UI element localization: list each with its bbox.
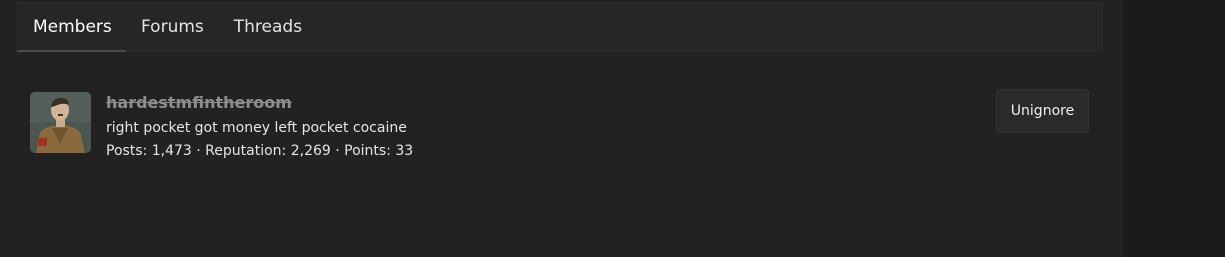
member-username[interactable]: hardestmfintheroom xyxy=(106,93,292,112)
member-custom-title: right pocket got money left pocket cocai… xyxy=(106,120,407,136)
tab-threads[interactable]: Threads xyxy=(219,3,317,51)
right-gutter xyxy=(1123,0,1225,257)
ignored-member-row: hardestmfintheroom right pocket got mone… xyxy=(30,88,1090,168)
avatar[interactable] xyxy=(30,92,91,153)
member-stats: Posts: 1,473 · Reputation: 2,269 · Point… xyxy=(106,143,414,159)
user-avatar-icon xyxy=(30,92,91,153)
main-panel: Members Forums Threads hardestmfintheroo… xyxy=(0,0,1123,257)
unignore-button[interactable]: Unignore xyxy=(996,89,1089,133)
tab-bar: Members Forums Threads xyxy=(16,2,1103,52)
tab-members[interactable]: Members xyxy=(17,3,126,52)
page: Members Forums Threads hardestmfintheroo… xyxy=(0,0,1225,257)
tab-forums[interactable]: Forums xyxy=(126,3,219,51)
